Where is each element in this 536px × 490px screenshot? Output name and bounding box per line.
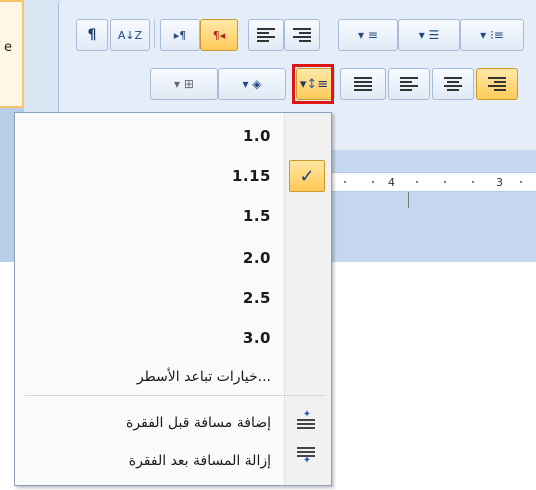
menu-item-line-spacing-options[interactable]: خيارات تباعد الأسطر...: [137, 369, 271, 385]
align-left-button[interactable]: [388, 68, 430, 100]
borders-icon: ▾ ⊞: [174, 77, 194, 91]
highlight-frame: [292, 64, 334, 104]
center-icon: [444, 77, 462, 91]
add-space-before-icon: ✦: [297, 410, 317, 433]
sort-button[interactable]: A↓Z: [110, 19, 150, 51]
borders-button[interactable]: ▾ ⊞: [150, 68, 218, 100]
show-formatting-button[interactable]: ¶: [76, 19, 108, 51]
justify-icon: [354, 77, 372, 91]
rtl-direction-button[interactable]: ¶◂: [200, 19, 238, 51]
left-pane-text: e: [4, 40, 12, 55]
ltr-direction-button[interactable]: ▸¶: [160, 19, 200, 51]
paint-bucket-icon: ▾ ◈: [242, 77, 262, 91]
shading-button[interactable]: ▾ ◈: [218, 68, 286, 100]
menu-item-add-space-before[interactable]: إضافة مسافة قبل الفقرة: [126, 415, 271, 431]
justify-button[interactable]: [340, 68, 386, 100]
bullet-list-icon: ▾ ⁝≡: [480, 28, 504, 42]
numbered-list-icon: ▾ ☰: [418, 28, 440, 42]
center-button[interactable]: [432, 68, 474, 100]
document-area-band: [330, 180, 536, 262]
align-left-icon: [400, 77, 418, 91]
multilevel-list-icon: ▾ ≡: [358, 28, 378, 42]
decrease-indent-icon: [257, 28, 275, 42]
menu-item-2-0[interactable]: 2.0: [243, 249, 271, 267]
ruler-number-4: 4: [388, 176, 395, 189]
menu-item-1-15[interactable]: 1.15: [232, 167, 271, 185]
rtl-icon: ¶◂: [212, 28, 226, 42]
menu-item-remove-space-after[interactable]: إزالة المسافة بعد الفقرة: [129, 453, 271, 469]
sort-icon: A↓Z: [117, 28, 143, 42]
ruler-indent-marker: [408, 192, 409, 208]
align-right-icon: [488, 77, 506, 91]
horizontal-ruler[interactable]: 4 3: [330, 172, 536, 192]
align-right-button[interactable]: [476, 68, 518, 100]
menu-item-1-0[interactable]: 1.0: [243, 127, 271, 145]
pilcrow-icon: ¶: [87, 27, 97, 43]
ruler-number-3: 3: [496, 176, 503, 189]
increase-indent-button[interactable]: [284, 19, 320, 51]
numbered-list-button[interactable]: ▾ ☰: [398, 19, 460, 51]
menu-item-2-5[interactable]: 2.5: [243, 289, 271, 307]
bullet-list-button[interactable]: ▾ ⁝≡: [460, 19, 524, 51]
toolbar-separator: [334, 68, 335, 98]
toolbar-separator: [154, 19, 155, 49]
line-spacing-menu: 1.0 1.15 ✓ 1.5 2.0 2.5 3.0 خيارات تباعد …: [14, 112, 332, 486]
menu-item-3-0[interactable]: 3.0: [243, 329, 271, 347]
remove-space-after-icon: ✦: [297, 447, 317, 469]
menu-item-1-5[interactable]: 1.5: [243, 207, 271, 225]
ltr-icon: ▸¶: [173, 28, 187, 42]
multilevel-list-button[interactable]: ▾ ≡: [338, 19, 398, 51]
checkmark-icon: ✓: [289, 160, 325, 192]
left-pane-panel: e: [0, 0, 24, 108]
increase-indent-icon: [293, 28, 311, 42]
menu-separator: [25, 395, 325, 396]
decrease-indent-button[interactable]: [248, 19, 284, 51]
